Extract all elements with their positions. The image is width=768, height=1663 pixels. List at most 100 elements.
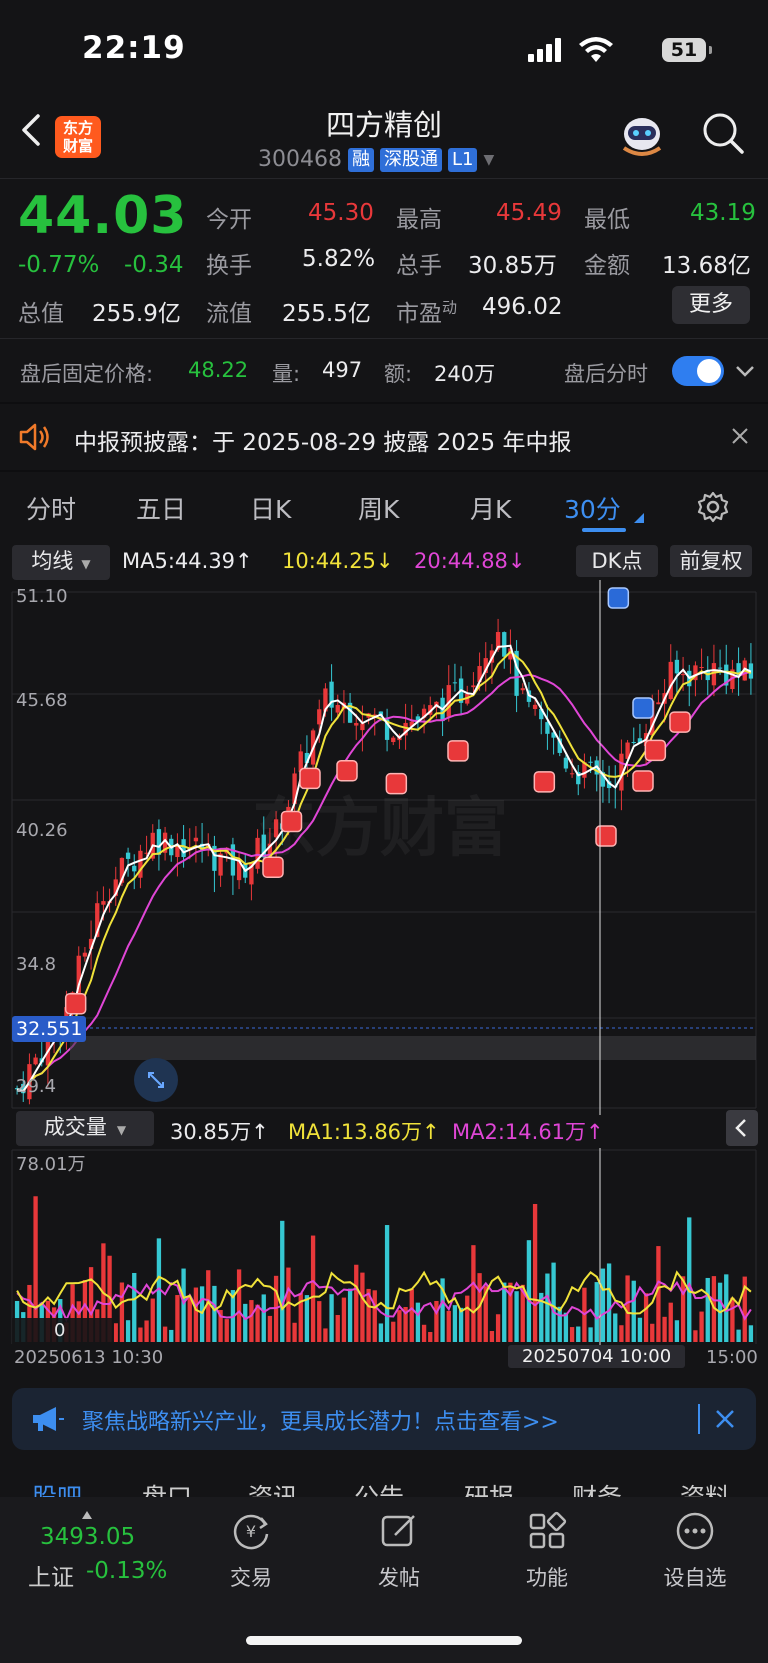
robot-assistant-icon[interactable] [618, 112, 666, 158]
open-value: 45.30 [308, 200, 374, 226]
dk-point-button[interactable]: DK点 [576, 545, 658, 577]
subtab-finance[interactable]: 财务 [572, 1478, 622, 1498]
expand-icon[interactable] [134, 1058, 178, 1102]
index-change[interactable]: -0.13% [86, 1558, 167, 1584]
after-hours-toggle[interactable] [672, 356, 724, 386]
candle-body [656, 702, 661, 705]
nav-functions[interactable]: 功能 [492, 1562, 602, 1592]
subtab-news[interactable]: 资讯 [248, 1478, 298, 1498]
vol-ma2-value: MA2:14.61万↑ [452, 1120, 604, 1144]
volume-bar [199, 1286, 205, 1342]
volume-bar [594, 1282, 599, 1342]
pe-sup: 动 [442, 298, 458, 317]
tab-daily-k[interactable]: 日K [250, 490, 291, 526]
sub-tab-bar: 股吧 盘口 资讯 公告 研报 财务 资料 [0, 1462, 768, 1498]
volume-bar [613, 1313, 618, 1342]
close-icon[interactable] [730, 426, 750, 446]
tab-intraday[interactable]: 分时 [26, 490, 76, 526]
search-icon[interactable] [700, 110, 746, 156]
volume-bar [187, 1297, 192, 1342]
candle-body [563, 757, 569, 769]
battery-indicator: 51 [662, 38, 712, 62]
volume-bar [662, 1316, 667, 1342]
volume-bar [255, 1304, 260, 1342]
kline-chart[interactable]: 东方财富 [0, 580, 768, 1115]
ma-selector[interactable]: 均线 ▼ [12, 545, 110, 580]
trade-icon[interactable]: ¥ [230, 1510, 272, 1552]
volume-bar [434, 1300, 439, 1342]
more-dots-icon[interactable] [674, 1510, 716, 1552]
volume-selector[interactable]: 成交量 ▼ [16, 1111, 154, 1146]
active-tab-indicator [582, 528, 626, 532]
volume-bar [471, 1245, 476, 1342]
candle-body [391, 737, 396, 743]
candle-body [520, 688, 525, 691]
tab-five-day[interactable]: 五日 [136, 490, 186, 526]
index-value[interactable]: 3493.05 [40, 1524, 135, 1550]
tab-weekly-k[interactable]: 周K [358, 490, 399, 526]
cursor-price-label: 32.551 [12, 1016, 87, 1042]
candle-body [138, 850, 143, 878]
volume-bar [224, 1319, 229, 1342]
candle-body [33, 1057, 38, 1065]
low-label: 最低 [584, 207, 630, 233]
volume-bar [458, 1307, 464, 1342]
home-indicator[interactable] [246, 1636, 522, 1645]
volume-bar [243, 1303, 248, 1342]
turnover-label: 换手 [206, 253, 252, 279]
sell-mark [607, 587, 630, 609]
tab-monthly-k[interactable]: 月K [470, 490, 511, 526]
volume-bar [502, 1282, 507, 1342]
apps-icon[interactable] [526, 1510, 568, 1552]
dk-point-label: DK点 [591, 549, 643, 573]
tab-dropdown-icon[interactable] [634, 508, 644, 523]
time-end: 15:00 [706, 1347, 758, 1368]
tab-30min[interactable]: 30分 [564, 490, 621, 526]
more-button[interactable]: 更多 [672, 286, 750, 324]
range-band [70, 1036, 756, 1060]
subtab-research[interactable]: 研报 [464, 1478, 514, 1498]
buy-mark [336, 760, 358, 782]
ma5-value: MA5:44.39↑ [122, 549, 253, 573]
nav-watchlist[interactable]: 设自选 [640, 1562, 750, 1592]
gear-icon[interactable] [696, 490, 730, 524]
nav-post[interactable]: 发帖 [344, 1562, 454, 1592]
banner-text[interactable]: 聚焦战略新兴产业，更具成长潜力！点击查看>> [82, 1404, 559, 1436]
volume-bar [650, 1323, 655, 1342]
candle-body [452, 682, 458, 684]
nav-trade[interactable]: 交易 [196, 1562, 306, 1592]
volume-bar [557, 1306, 562, 1342]
volume-bar [280, 1220, 285, 1342]
volume-selector-label: 成交量 [43, 1115, 107, 1139]
svg-text:¥: ¥ [246, 1522, 256, 1541]
volume-bar [261, 1294, 266, 1342]
status-time: 22:19 [82, 30, 186, 66]
volume-bar [748, 1325, 754, 1342]
subtab-announce[interactable]: 公告 [354, 1478, 404, 1498]
volume-bar [631, 1280, 636, 1342]
volume-bar [292, 1322, 297, 1342]
divider [0, 338, 768, 339]
volume-bar [335, 1315, 340, 1342]
chevron-down-icon[interactable] [734, 360, 756, 382]
volume-chart[interactable] [0, 1148, 768, 1348]
candle-body [699, 667, 704, 669]
total-cap-label: 总值 [18, 301, 64, 327]
subtab-guba[interactable]: 股吧 [32, 1478, 82, 1498]
subtab-profile[interactable]: 资料 [680, 1478, 730, 1498]
subtab-pankou[interactable]: 盘口 [142, 1478, 192, 1498]
volume-bar [175, 1295, 180, 1342]
close-icon[interactable] [714, 1408, 736, 1430]
notice-text[interactable]: 中报预披露：于 2025-08-29 披露 2025 年中报 [74, 423, 571, 457]
volume-bar [378, 1323, 384, 1342]
chevron-down-icon[interactable]: ▼ [483, 152, 494, 168]
collapse-arrow-icon[interactable] [726, 1110, 758, 1146]
volume-bar [643, 1293, 649, 1342]
index-name[interactable]: 上证 [28, 1558, 74, 1592]
price-tick: 29.4 [16, 1076, 57, 1097]
volume-bar [372, 1290, 377, 1342]
high-value: 45.49 [496, 200, 562, 226]
adjust-button[interactable]: 前复权 [670, 545, 752, 577]
volume-bar [668, 1302, 673, 1342]
edit-icon[interactable] [378, 1510, 420, 1552]
